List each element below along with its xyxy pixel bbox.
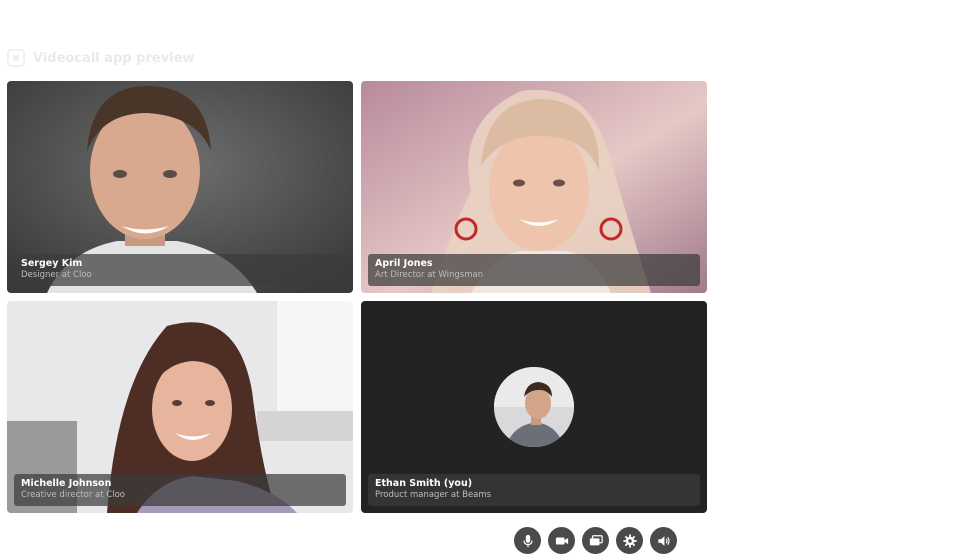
participant-tile[interactable]: Michelle Johnson Creative director at Cl… (7, 301, 353, 513)
app-header: Videocall app preview (7, 47, 194, 69)
call-controls (514, 527, 677, 554)
participant-caption: Sergey Kim Designer at Cloo (14, 254, 346, 286)
videocall-app: Videocall app preview Sergey Kim Designe… (0, 0, 960, 560)
settings-button[interactable] (616, 527, 643, 554)
participant-name: Sergey Kim (21, 258, 83, 269)
participant-caption: Ethan Smith (you) Product manager at Bea… (368, 474, 700, 506)
participant-role: Designer at Cloo (21, 270, 92, 280)
camera-icon (555, 537, 568, 544)
speaker-icon (657, 535, 670, 546)
participant-name: Ethan Smith (you) (375, 478, 473, 489)
camera-button[interactable] (548, 527, 575, 554)
avatar (494, 367, 574, 447)
self-tile[interactable]: Ethan Smith (you) Product manager at Bea… (361, 301, 707, 513)
volume-button[interactable] (650, 527, 677, 554)
microphone-icon (522, 534, 533, 547)
screen-share-button[interactable] (582, 527, 609, 554)
app-logo-icon (7, 49, 25, 67)
participant-name: Michelle Johnson (21, 478, 112, 489)
participant-tile[interactable]: April Jones Art Director at Wingsman (361, 81, 707, 293)
participant-role: Product manager at Beams (375, 490, 492, 500)
gear-icon (622, 533, 637, 548)
app-title: Videocall app preview (33, 50, 195, 66)
participant-caption: April Jones Art Director at Wingsman (368, 254, 700, 286)
participant-tile[interactable]: Sergey Kim Designer at Cloo (7, 81, 353, 293)
participant-role: Creative director at Cloo (21, 490, 125, 500)
participant-caption: Michelle Johnson Creative director at Cl… (14, 474, 346, 506)
participant-grid: Sergey Kim Designer at Cloo April Jones … (7, 81, 707, 513)
participant-role: Art Director at Wingsman (375, 270, 484, 280)
screen-share-icon (589, 534, 603, 545)
mute-button[interactable] (514, 527, 541, 554)
participant-name: April Jones (375, 258, 433, 269)
